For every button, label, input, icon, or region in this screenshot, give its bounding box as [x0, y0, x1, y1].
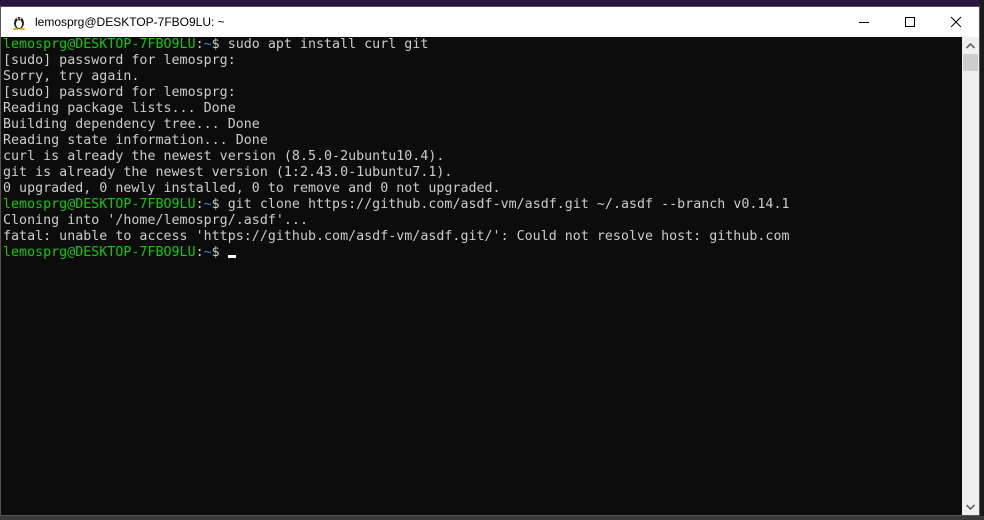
prompt-colon: : [195, 197, 204, 212]
output-line: Cloning into '/home/lemosprg/.asdf'... [3, 213, 308, 228]
output-line: Reading state information... Done [3, 133, 268, 148]
terminal-output[interactable]: lemosprg@DESKTOP-7FBO9LU:~$ sudo apt ins… [1, 37, 963, 515]
output-line: Building dependency tree... Done [3, 117, 260, 132]
prompt-line: lemosprg@DESKTOP-7FBO9LU:~$ [1, 245, 963, 261]
terminal-window: lemosprg@DESKTOP-7FBO9LU: ~ lemosprg@DES… [0, 6, 980, 516]
prompt-colon: : [195, 245, 204, 260]
chevron-up-icon [966, 42, 975, 49]
chevron-down-icon [966, 503, 975, 510]
output-line: curl is already the newest version (8.5.… [3, 149, 445, 164]
prompt-user-host: lemosprg@DESKTOP-7FBO9LU [3, 245, 196, 260]
command-text: git clone https://github.com/asdf-vm/asd… [219, 197, 790, 212]
output-line: git is already the newest version (1:2.4… [3, 165, 453, 180]
minimize-button[interactable] [841, 7, 887, 37]
prompt-line: lemosprg@DESKTOP-7FBO9LU:~$ sudo apt ins… [1, 37, 963, 53]
prompt-user-host: lemosprg@DESKTOP-7FBO9LU [3, 197, 196, 212]
text-cursor [227, 255, 236, 258]
tux-linux-icon [11, 14, 27, 30]
prompt-colon: : [195, 37, 204, 52]
output-line: 0 upgraded, 0 newly installed, 0 to remo… [3, 181, 501, 196]
output-line: fatal: unable to access 'https://github.… [3, 229, 790, 244]
prompt-path: ~ [203, 197, 212, 212]
output-line: Reading package lists... Done [3, 101, 236, 116]
close-button[interactable] [933, 7, 979, 37]
prompt-line: lemosprg@DESKTOP-7FBO9LU:~$ git clone ht… [1, 197, 963, 213]
prompt-path: ~ [203, 245, 212, 260]
scroll-down-button[interactable] [962, 498, 979, 515]
window-controls [841, 7, 979, 37]
scroll-up-button[interactable] [962, 37, 979, 54]
prompt-symbol: $ [211, 245, 220, 260]
prompt-symbol: $ [211, 37, 220, 52]
minimize-icon [859, 22, 869, 23]
prompt-symbol: $ [211, 197, 220, 212]
output-line: Sorry, try again. [3, 69, 140, 84]
prompt-user-host: lemosprg@DESKTOP-7FBO9LU [3, 37, 196, 52]
vertical-scrollbar[interactable] [962, 37, 979, 515]
maximize-button[interactable] [887, 7, 933, 37]
command-text: sudo apt install curl git [219, 37, 429, 52]
output-line: [sudo] password for lemosprg: [3, 53, 236, 68]
desktop-background-bottom [0, 516, 984, 520]
maximize-icon [905, 17, 915, 27]
desktop-background-right [980, 0, 984, 520]
scrollbar-thumb[interactable] [963, 54, 978, 71]
output-line: [sudo] password for lemosprg: [3, 85, 236, 100]
window-title: lemosprg@DESKTOP-7FBO9LU: ~ [35, 15, 225, 29]
prompt-path: ~ [203, 37, 212, 52]
title-bar[interactable]: lemosprg@DESKTOP-7FBO9LU: ~ [1, 7, 979, 37]
close-icon [950, 16, 962, 28]
